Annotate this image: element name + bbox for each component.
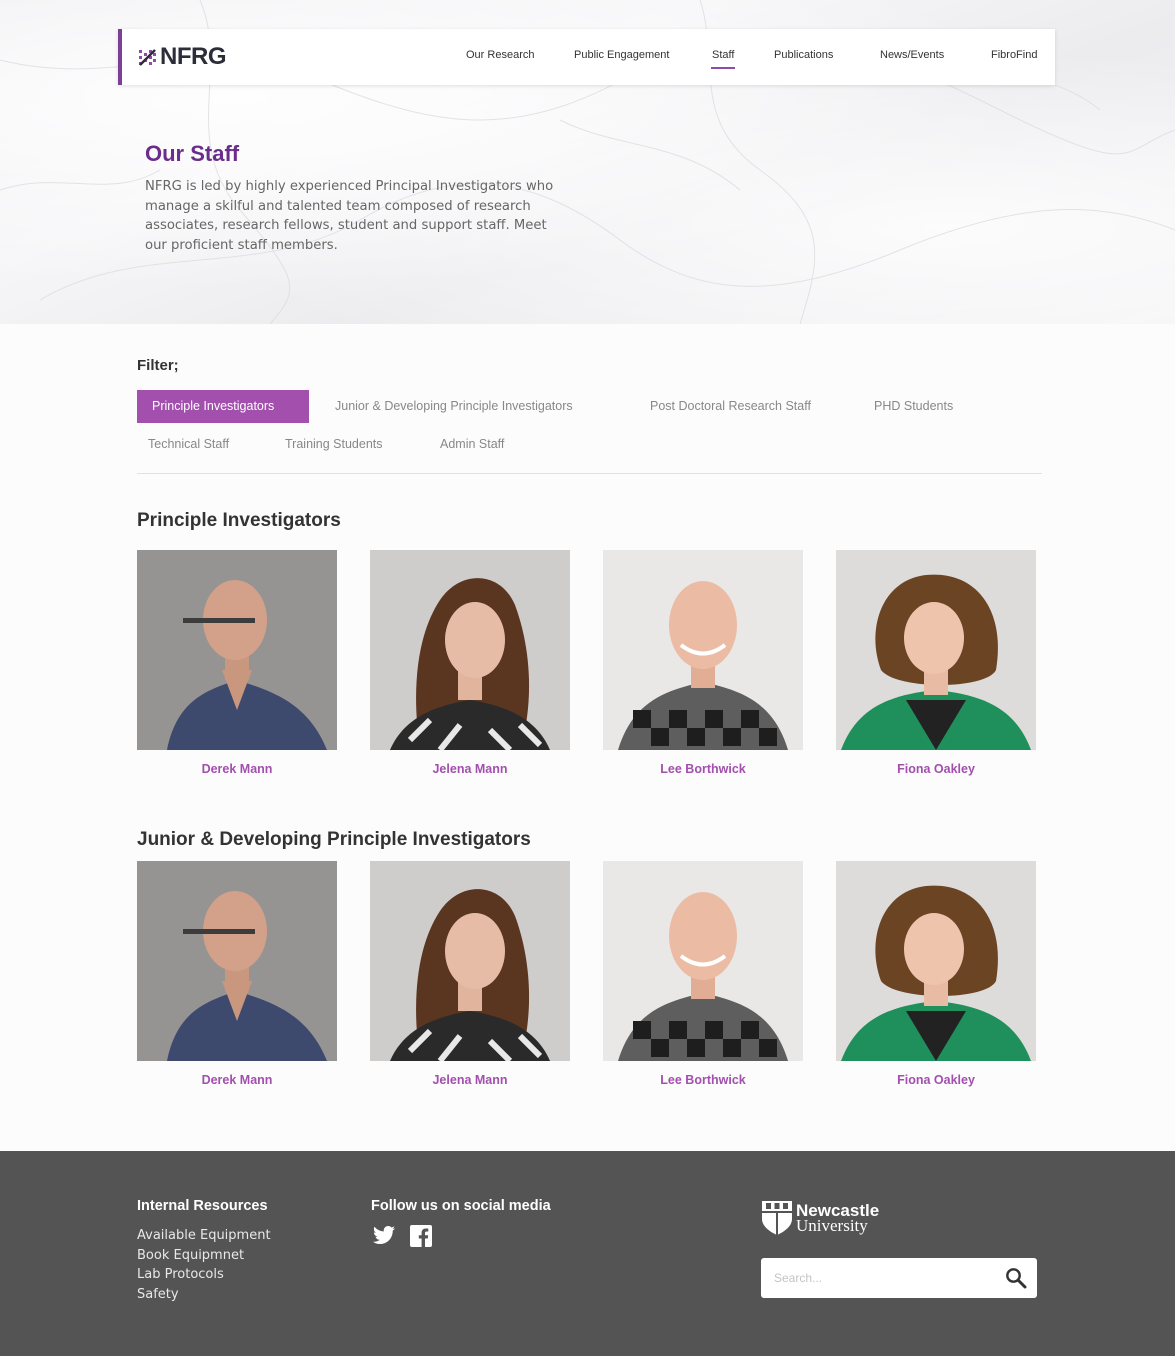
portrait-photo bbox=[836, 550, 1036, 750]
university-name-line2: University bbox=[796, 1216, 868, 1235]
footer-link-safety[interactable]: Safety bbox=[137, 1285, 271, 1305]
university-name: Newcastle University bbox=[796, 1202, 879, 1235]
nav-our-research[interactable]: Our Research bbox=[466, 49, 534, 61]
filter-admin-staff[interactable]: Admin Staff bbox=[440, 428, 504, 461]
search-icon[interactable] bbox=[1005, 1267, 1027, 1289]
nav-publications[interactable]: Publications bbox=[774, 49, 833, 61]
nav-public-engagement[interactable]: Public Engagement bbox=[574, 49, 669, 61]
top-navbar: NFRG Our Research Public Engagement Staf… bbox=[118, 29, 1055, 85]
newcastle-university-logo[interactable]: Newcastle University bbox=[760, 1199, 879, 1237]
section-title: Junior & Developing Principle Investigat… bbox=[137, 829, 531, 850]
filter-divider bbox=[137, 473, 1042, 474]
staff-card[interactable]: Fiona Oakley bbox=[836, 550, 1036, 776]
portrait-photo bbox=[137, 550, 337, 750]
hero-banner: NFRG Our Research Public Engagement Staf… bbox=[0, 0, 1175, 324]
page-title: Our Staff bbox=[145, 141, 240, 166]
nav-news-events[interactable]: News/Events bbox=[880, 49, 944, 61]
facebook-icon[interactable] bbox=[410, 1225, 432, 1247]
footer-link-lab-protocols[interactable]: Lab Protocols bbox=[137, 1265, 271, 1285]
portrait-photo bbox=[603, 550, 803, 750]
staff-card[interactable]: Derek Mann bbox=[137, 861, 337, 1087]
staff-name[interactable]: Jelena Mann bbox=[370, 1073, 570, 1087]
filter-label: Filter; bbox=[137, 357, 179, 374]
staff-name[interactable]: Fiona Oakley bbox=[836, 1073, 1036, 1087]
staff-name[interactable]: Derek Mann bbox=[137, 762, 337, 776]
staff-card[interactable]: Derek Mann bbox=[137, 550, 337, 776]
nav-staff[interactable]: Staff bbox=[710, 49, 736, 69]
portrait-photo bbox=[836, 861, 1036, 1061]
staff-card[interactable]: Lee Borthwick bbox=[603, 550, 803, 776]
social-links bbox=[372, 1225, 432, 1247]
staff-card[interactable]: Lee Borthwick bbox=[603, 861, 803, 1087]
staff-card[interactable]: Fiona Oakley bbox=[836, 861, 1036, 1087]
filter-technical-staff[interactable]: Technical Staff bbox=[148, 428, 229, 461]
page-description: NFRG is led by highly experienced Princi… bbox=[145, 179, 554, 253]
staff-name[interactable]: Derek Mann bbox=[137, 1073, 337, 1087]
staff-card[interactable]: Jelena Mann bbox=[370, 861, 570, 1087]
section-title: Principle Investigators bbox=[137, 510, 341, 531]
staff-card[interactable]: Jelena Mann bbox=[370, 550, 570, 776]
search-input[interactable] bbox=[761, 1258, 991, 1298]
staff-name[interactable]: Fiona Oakley bbox=[836, 762, 1036, 776]
filter-phd-students[interactable]: PHD Students bbox=[874, 390, 953, 423]
logo-text: NFRG bbox=[160, 43, 227, 70]
filter-junior-developing[interactable]: Junior & Developing Principle Investigat… bbox=[335, 390, 573, 423]
footer-social-title: Follow us on social media bbox=[371, 1198, 551, 1214]
filter-principle-investigators[interactable]: Principle Investigators bbox=[137, 390, 309, 423]
portrait-photo bbox=[137, 861, 337, 1061]
footer-link-available-equipment[interactable]: Available Equipment bbox=[137, 1226, 271, 1246]
footer-link-book-equipment[interactable]: Book Equipmnet bbox=[137, 1246, 271, 1266]
footer: Internal Resources Available Equipment B… bbox=[0, 1151, 1175, 1356]
staff-name[interactable]: Jelena Mann bbox=[370, 762, 570, 776]
nfrg-logo-icon bbox=[139, 48, 156, 66]
university-crest-icon bbox=[762, 1201, 792, 1235]
footer-resources-links: Available Equipment Book Equipmnet Lab P… bbox=[137, 1226, 271, 1305]
staff-name[interactable]: Lee Borthwick bbox=[603, 762, 803, 776]
filter-post-doctoral[interactable]: Post Doctoral Research Staff bbox=[650, 390, 811, 423]
footer-search bbox=[761, 1258, 1037, 1298]
portrait-photo bbox=[370, 550, 570, 750]
filter-training-students[interactable]: Training Students bbox=[285, 428, 383, 461]
logo[interactable]: NFRG bbox=[138, 43, 227, 71]
nav-fibrofind[interactable]: FibroFind bbox=[991, 49, 1037, 61]
portrait-photo bbox=[370, 861, 570, 1061]
twitter-icon[interactable] bbox=[372, 1225, 396, 1247]
portrait-photo bbox=[603, 861, 803, 1061]
footer-resources-title: Internal Resources bbox=[137, 1198, 268, 1214]
staff-name[interactable]: Lee Borthwick bbox=[603, 1073, 803, 1087]
